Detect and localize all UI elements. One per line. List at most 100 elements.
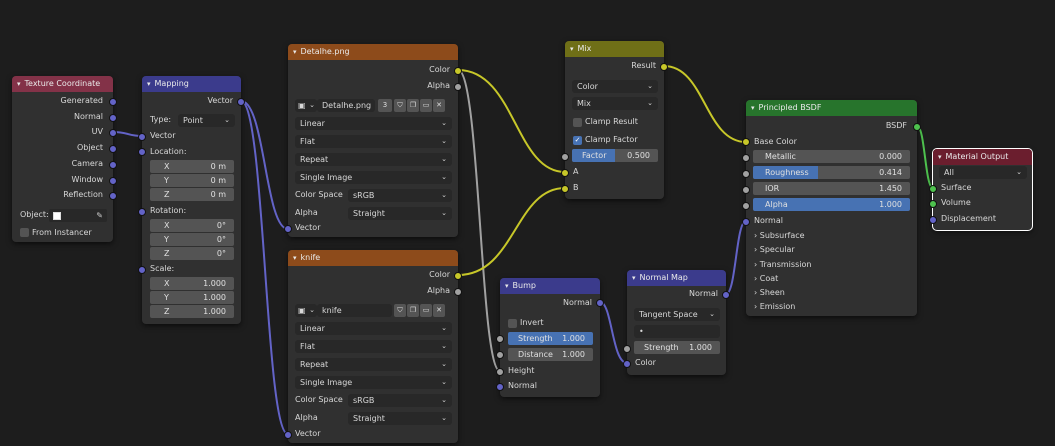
duplicate-icon[interactable]: ❐ xyxy=(407,99,419,112)
image-browse-button[interactable]: ▣ ⌄ xyxy=(295,99,317,112)
metallic-field[interactable]: Metallic 0.000 xyxy=(753,150,910,163)
alpha-mode-dropdown[interactable]: Straight ⌄ xyxy=(348,412,452,425)
node-header[interactable]: ▾ Detalhe.png xyxy=(288,44,458,60)
collapse-icon[interactable]: ▾ xyxy=(751,100,755,116)
node-header[interactable]: ▾ Bump xyxy=(500,278,600,294)
socket-color[interactable] xyxy=(454,272,462,280)
node-image-texture-detalhe[interactable]: ▾ Detalhe.png Color Alpha ▣ ⌄ Detalhe.png … xyxy=(284,44,462,237)
rotation-x-field[interactable]: X 0° xyxy=(150,219,234,232)
socket-alpha[interactable] xyxy=(454,288,462,296)
socket-ior[interactable] xyxy=(742,186,750,194)
collapse-icon[interactable]: ▾ xyxy=(293,250,297,266)
socket-a[interactable] xyxy=(561,169,569,177)
color-space-dropdown[interactable]: sRGB ⌄ xyxy=(348,394,452,407)
data-type-dropdown[interactable]: Color ⌄ xyxy=(572,80,658,93)
extension-dropdown[interactable]: Repeat ⌄ xyxy=(295,153,452,166)
duplicate-icon[interactable]: ❐ xyxy=(407,304,419,317)
collapse-icon[interactable]: ▾ xyxy=(570,41,574,57)
image-browse-button[interactable]: ▣ ⌄ xyxy=(295,304,317,317)
node-principled-bsdf[interactable]: ▾ Principled BSDF BSDF Base Color Metalli… xyxy=(742,100,921,316)
interpolation-dropdown[interactable]: Linear ⌄ xyxy=(295,117,452,130)
socket-distance[interactable] xyxy=(496,351,504,359)
socket-output-vector[interactable] xyxy=(237,98,245,106)
scale-z-field[interactable]: Z 1.000 xyxy=(150,305,234,318)
socket-location[interactable] xyxy=(138,148,146,156)
node-material-output[interactable]: ▾ Material Output All ⌄ Surface Volume Dis… xyxy=(929,148,1033,231)
node-mapping[interactable]: ▾ Mapping Vector Type: Point ⌄ Vector Loca… xyxy=(138,76,245,324)
socket-output-normal[interactable] xyxy=(596,299,604,307)
rotation-y-field[interactable]: Y 0° xyxy=(150,233,234,246)
interpolation-dropdown[interactable]: Linear ⌄ xyxy=(295,322,452,335)
socket-reflection[interactable] xyxy=(109,192,117,200)
strength-field[interactable]: Strength 1.000 xyxy=(508,332,593,345)
close-icon[interactable]: ✕ xyxy=(433,99,445,112)
panel-sheen[interactable]: › Sheen xyxy=(754,286,785,300)
socket-displacement[interactable] xyxy=(929,216,937,224)
collapse-icon[interactable]: ▾ xyxy=(632,270,636,286)
socket-normal[interactable] xyxy=(109,114,117,122)
socket-bsdf[interactable] xyxy=(913,123,921,131)
scale-y-field[interactable]: Y 1.000 xyxy=(150,291,234,304)
socket-rotation[interactable] xyxy=(138,208,146,216)
close-icon[interactable]: ✕ xyxy=(433,304,445,317)
socket-uv[interactable] xyxy=(109,129,117,137)
panel-specular[interactable]: › Specular xyxy=(754,243,795,257)
fake-user-shield-icon[interactable]: ⛉ xyxy=(394,99,406,112)
socket-scale[interactable] xyxy=(138,266,146,274)
panel-emission[interactable]: › Emission xyxy=(754,300,795,314)
node-mix[interactable]: ▾ Mix Result Color ⌄ Mix ⌄ Clamp Result ✓ C… xyxy=(561,41,668,199)
socket-strength[interactable] xyxy=(623,345,631,353)
clamp-factor-checkbox[interactable]: ✓ xyxy=(573,136,582,145)
eyedropper-icon[interactable]: ✎ xyxy=(96,209,103,222)
socket-input-vector[interactable] xyxy=(284,225,292,233)
image-name-field[interactable]: Detalhe.png xyxy=(317,99,375,112)
node-header[interactable]: ▾ Mapping xyxy=(142,76,241,92)
socket-alpha[interactable] xyxy=(742,202,750,210)
color-space-dropdown[interactable]: sRGB ⌄ xyxy=(348,189,452,202)
panel-subsurface[interactable]: › Subsurface xyxy=(754,229,805,243)
scale-x-field[interactable]: X 1.000 xyxy=(150,277,234,290)
target-dropdown[interactable]: All ⌄ xyxy=(939,166,1027,179)
rotation-z-field[interactable]: Z 0° xyxy=(150,247,234,260)
fake-user-shield-icon[interactable]: ⛉ xyxy=(394,304,406,317)
socket-surface[interactable] xyxy=(929,185,937,193)
socket-roughness[interactable] xyxy=(742,170,750,178)
socket-height[interactable] xyxy=(496,368,504,376)
alpha-field[interactable]: Alpha 1.000 xyxy=(753,198,910,211)
node-bump[interactable]: ▾ Bump Normal Invert Strength 1.000 Distan… xyxy=(496,278,604,397)
node-header[interactable]: ▾ knife xyxy=(288,250,458,266)
socket-metallic[interactable] xyxy=(742,154,750,162)
location-y-field[interactable]: Y 0 m xyxy=(150,174,234,187)
factor-field[interactable]: Factor 0.500 xyxy=(572,149,658,162)
socket-input-normal[interactable] xyxy=(496,383,504,391)
location-x-field[interactable]: X 0 m xyxy=(150,160,234,173)
node-header[interactable]: ▾ Mix xyxy=(565,41,664,57)
blend-mode-dropdown[interactable]: Mix ⌄ xyxy=(572,97,658,110)
panel-transmission[interactable]: › Transmission xyxy=(754,258,811,272)
node-header[interactable]: ▾ Principled BSDF xyxy=(746,100,917,116)
extension-dropdown[interactable]: Repeat ⌄ xyxy=(295,358,452,371)
distance-field[interactable]: Distance 1.000 xyxy=(508,348,593,361)
alpha-mode-dropdown[interactable]: Straight ⌄ xyxy=(348,207,452,220)
node-header[interactable]: ▾ Texture Coordinate xyxy=(12,76,113,92)
socket-object[interactable] xyxy=(109,145,117,153)
object-field[interactable]: ✎ xyxy=(49,209,107,222)
projection-dropdown[interactable]: Flat ⌄ xyxy=(295,135,452,148)
collapse-icon[interactable]: ▾ xyxy=(17,76,21,92)
users-count-button[interactable]: 3 xyxy=(378,99,392,112)
roughness-field[interactable]: Roughness 0.414 xyxy=(753,166,910,179)
from-instancer-checkbox[interactable] xyxy=(20,228,29,237)
ior-field[interactable]: IOR 1.450 xyxy=(753,182,910,195)
image-name-field[interactable]: knife xyxy=(317,304,392,317)
invert-checkbox[interactable] xyxy=(508,319,517,328)
strength-field[interactable]: Strength 1.000 xyxy=(634,341,720,354)
collapse-icon[interactable]: ▾ xyxy=(293,44,297,60)
socket-normal[interactable] xyxy=(742,218,750,226)
socket-input-vector[interactable] xyxy=(284,431,292,439)
space-dropdown[interactable]: Tangent Space ⌄ xyxy=(634,308,720,321)
socket-output-normal[interactable] xyxy=(722,291,730,299)
node-header[interactable]: ▾ Material Output xyxy=(933,149,1032,165)
collapse-icon[interactable]: ▾ xyxy=(505,278,509,294)
node-header[interactable]: ▾ Normal Map xyxy=(627,270,726,286)
collapse-icon[interactable]: ▾ xyxy=(938,149,942,165)
